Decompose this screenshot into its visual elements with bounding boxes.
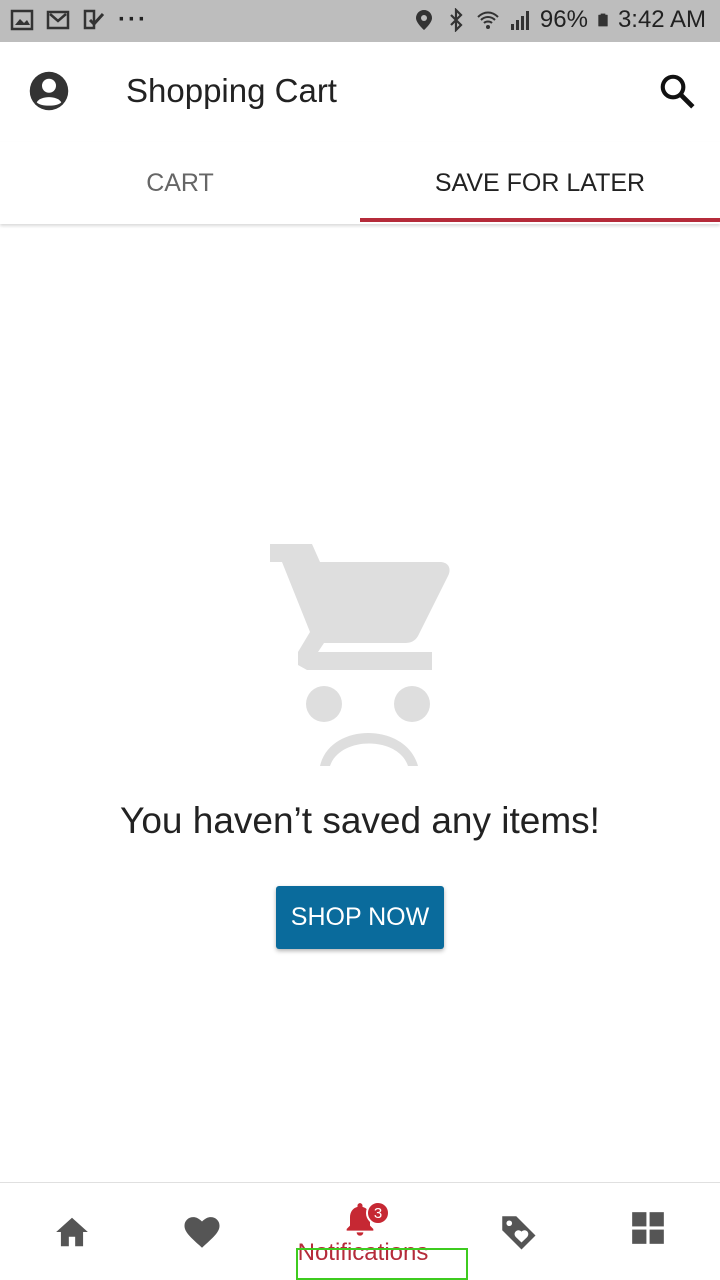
clock: 3:42 AM xyxy=(617,6,706,33)
account-circle-icon[interactable] xyxy=(28,70,70,112)
bottom-nav: 3 Notifications xyxy=(0,1182,720,1280)
status-bar-notifications: ··· xyxy=(10,8,148,32)
shop-now-button[interactable]: SHOP NOW xyxy=(276,886,444,949)
battery-icon xyxy=(598,13,608,27)
nav-notifications[interactable]: 3 Notifications xyxy=(288,1183,432,1280)
tab-cart[interactable]: CART xyxy=(0,142,360,224)
gallery-icon xyxy=(10,9,34,31)
page-title: Shopping Cart xyxy=(126,72,337,109)
location-icon xyxy=(415,10,432,30)
more-dots-icon: ··· xyxy=(118,6,148,33)
wifi-icon xyxy=(477,11,499,29)
tab-indicator xyxy=(360,218,720,222)
nav-deals[interactable] xyxy=(446,1183,590,1280)
empty-state-message: You haven’t saved any items! xyxy=(120,800,600,841)
app-bar: Shopping Cart xyxy=(0,42,720,142)
search-icon[interactable] xyxy=(658,72,696,110)
status-bar-system: 96% 3:42 AM xyxy=(412,6,706,34)
nav-home[interactable] xyxy=(0,1183,144,1280)
notification-badge: 3 xyxy=(366,1201,390,1225)
battery-percent: 96% xyxy=(539,6,588,33)
checklist-icon xyxy=(83,9,105,30)
tab-save-for-later[interactable]: SAVE FOR LATER xyxy=(360,142,720,224)
status-bar: ··· 96% 3:42 AM xyxy=(0,0,720,42)
gmail-icon xyxy=(46,10,70,30)
heart-icon xyxy=(184,1217,220,1248)
nav-favorites[interactable] xyxy=(130,1183,274,1280)
nav-more[interactable] xyxy=(576,1183,720,1280)
grid-icon xyxy=(632,1212,664,1244)
signal-icon xyxy=(510,11,529,30)
tab-bar: CART SAVE FOR LATER xyxy=(0,142,720,224)
tag-heart-icon xyxy=(502,1216,536,1250)
bluetooth-icon xyxy=(450,8,463,32)
home-icon xyxy=(56,1217,88,1247)
nav-notifications-label: Notifications xyxy=(297,1239,429,1266)
sad-cart-icon xyxy=(270,544,450,766)
